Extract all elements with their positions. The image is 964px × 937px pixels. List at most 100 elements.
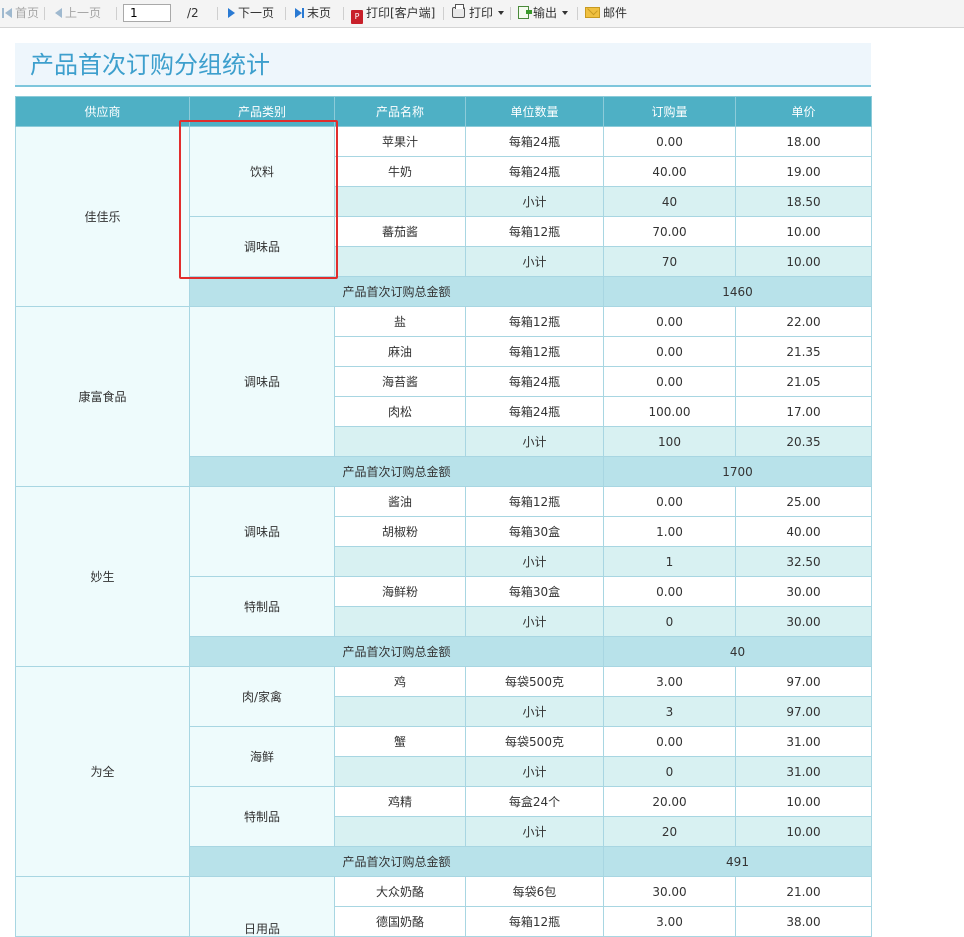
- unit-cell: 每箱12瓶: [465, 336, 604, 367]
- blank-cell: [334, 546, 466, 577]
- subtotal-quantity: 3: [603, 696, 736, 727]
- report-title: 产品首次订购分组统计: [30, 51, 270, 79]
- quantity-cell: 0.00: [603, 726, 736, 757]
- quantity-cell: 0.00: [603, 306, 736, 337]
- export-button[interactable]: 输出: [518, 0, 569, 27]
- report-table: 供应商 产品类别 产品名称 单位数量 订购量 单价 佳佳乐 饮料 苹果汁 每箱2…: [15, 96, 872, 937]
- subtotal-quantity: 70: [603, 246, 736, 277]
- header-quantity: 订购量: [603, 96, 736, 127]
- chevron-down-icon: [562, 11, 569, 15]
- subtotal-label: 小计: [465, 546, 604, 577]
- subtotal-quantity: 1: [603, 546, 736, 577]
- supplier-cell: 妙生: [15, 486, 190, 667]
- pdf-print-icon: P: [351, 10, 363, 24]
- price-cell: 10.00: [735, 786, 872, 817]
- unit-cell: 每箱12瓶: [465, 306, 604, 337]
- page-number-input[interactable]: [123, 4, 171, 22]
- price-cell: 21.00: [735, 876, 872, 907]
- subtotal-label: 小计: [465, 816, 604, 847]
- quantity-cell: 30.00: [603, 876, 736, 907]
- subtotal-quantity: 40: [603, 186, 736, 217]
- mail-button[interactable]: 邮件: [585, 0, 627, 27]
- total-label: 产品首次订购总金额: [189, 276, 604, 307]
- category-cell: 调味品: [189, 306, 335, 457]
- product-cell: 苹果汁: [334, 126, 466, 157]
- quantity-cell: 0.00: [603, 576, 736, 607]
- product-cell: 海鲜粉: [334, 576, 466, 607]
- product-cell: 酱油: [334, 486, 466, 517]
- price-cell: 25.00: [735, 486, 872, 517]
- unit-cell: 每袋6包: [465, 876, 604, 907]
- category-cell: 肉/家禽: [189, 666, 335, 727]
- last-page-button[interactable]: 末页: [295, 0, 331, 27]
- unit-cell: 每盒24个: [465, 786, 604, 817]
- unit-cell: 每袋500克: [465, 666, 604, 697]
- unit-cell: 每箱12瓶: [465, 216, 604, 247]
- category-cell: 特制品: [189, 576, 335, 637]
- price-cell: 10.00: [735, 216, 872, 247]
- price-cell: 22.00: [735, 306, 872, 337]
- quantity-cell: 0.00: [603, 336, 736, 367]
- quantity-cell: 20.00: [603, 786, 736, 817]
- mail-icon: [585, 7, 600, 18]
- quantity-cell: 100.00: [603, 396, 736, 427]
- quantity-cell: 0.00: [603, 126, 736, 157]
- unit-cell: 每箱12瓶: [465, 486, 604, 517]
- price-cell: 18.00: [735, 126, 872, 157]
- supplier-cell: 康富食品: [15, 306, 190, 487]
- table-row: 日用品 大众奶酪 每袋6包 30.00 21.00: [15, 876, 872, 937]
- subtotal-label: 小计: [465, 606, 604, 637]
- table-row: 妙生 调味品 酱油 每箱12瓶 0.00 25.00: [15, 486, 872, 667]
- blank-cell: [334, 816, 466, 847]
- page-total: /2: [187, 6, 199, 20]
- last-page-icon: [295, 8, 302, 18]
- product-cell: 肉松: [334, 396, 466, 427]
- product-cell: 鸡精: [334, 786, 466, 817]
- unit-cell: 每箱24瓶: [465, 396, 604, 427]
- subtotal-price: 97.00: [735, 696, 872, 727]
- price-cell: 21.05: [735, 366, 872, 397]
- quantity-cell: 0.00: [603, 366, 736, 397]
- product-cell: 蟹: [334, 726, 466, 757]
- unit-cell: 每箱30盒: [465, 516, 604, 547]
- subtotal-quantity: 20: [603, 816, 736, 847]
- table-row: 康富食品 调味品 盐 每箱12瓶 0.00 22.00: [15, 306, 872, 487]
- next-page-button[interactable]: 下一页: [228, 0, 274, 27]
- unit-cell: 每箱30盒: [465, 576, 604, 607]
- product-cell: 麻油: [334, 336, 466, 367]
- category-cell: 海鲜: [189, 726, 335, 787]
- print-client-button[interactable]: P 打印[客户端]: [351, 0, 435, 27]
- category-cell: 调味品: [189, 216, 335, 277]
- product-cell: 海苔酱: [334, 366, 466, 397]
- price-cell: 40.00: [735, 516, 872, 547]
- prev-page-icon: [55, 8, 62, 18]
- blank-cell: [334, 246, 466, 277]
- unit-cell: 每箱24瓶: [465, 126, 604, 157]
- subtotal-label: 小计: [465, 186, 604, 217]
- category-cell: 调味品: [189, 486, 335, 577]
- subtotal-price: 20.35: [735, 426, 872, 457]
- print-button[interactable]: 打印: [452, 0, 505, 27]
- quantity-cell: 40.00: [603, 156, 736, 187]
- first-page-icon: [2, 8, 4, 18]
- subtotal-quantity: 0: [603, 606, 736, 637]
- subtotal-quantity: 0: [603, 756, 736, 787]
- table-row: 为全 肉/家禽 鸡 每袋500克 3.00 97.00: [15, 666, 872, 877]
- price-cell: 97.00: [735, 666, 872, 697]
- subtotal-price: 10.00: [735, 816, 872, 847]
- supplier-cell: [15, 876, 190, 937]
- supplier-cell: 为全: [15, 666, 190, 877]
- table-row: 佳佳乐 饮料 苹果汁 每箱24瓶 0.00 18.00: [15, 126, 872, 307]
- total-label: 产品首次订购总金额: [189, 636, 604, 667]
- first-page-button[interactable]: 首页: [2, 0, 39, 27]
- quantity-cell: 3.00: [603, 666, 736, 697]
- total-label: 产品首次订购总金额: [189, 456, 604, 487]
- blank-cell: [334, 756, 466, 787]
- header-supplier: 供应商: [15, 96, 190, 127]
- prev-page-button[interactable]: 上一页: [55, 0, 101, 27]
- blank-cell: [334, 426, 466, 457]
- subtotal-label: 小计: [465, 426, 604, 457]
- subtotal-label: 小计: [465, 756, 604, 787]
- total-value: 1700: [603, 456, 872, 487]
- category-cell: 日用品: [189, 876, 335, 937]
